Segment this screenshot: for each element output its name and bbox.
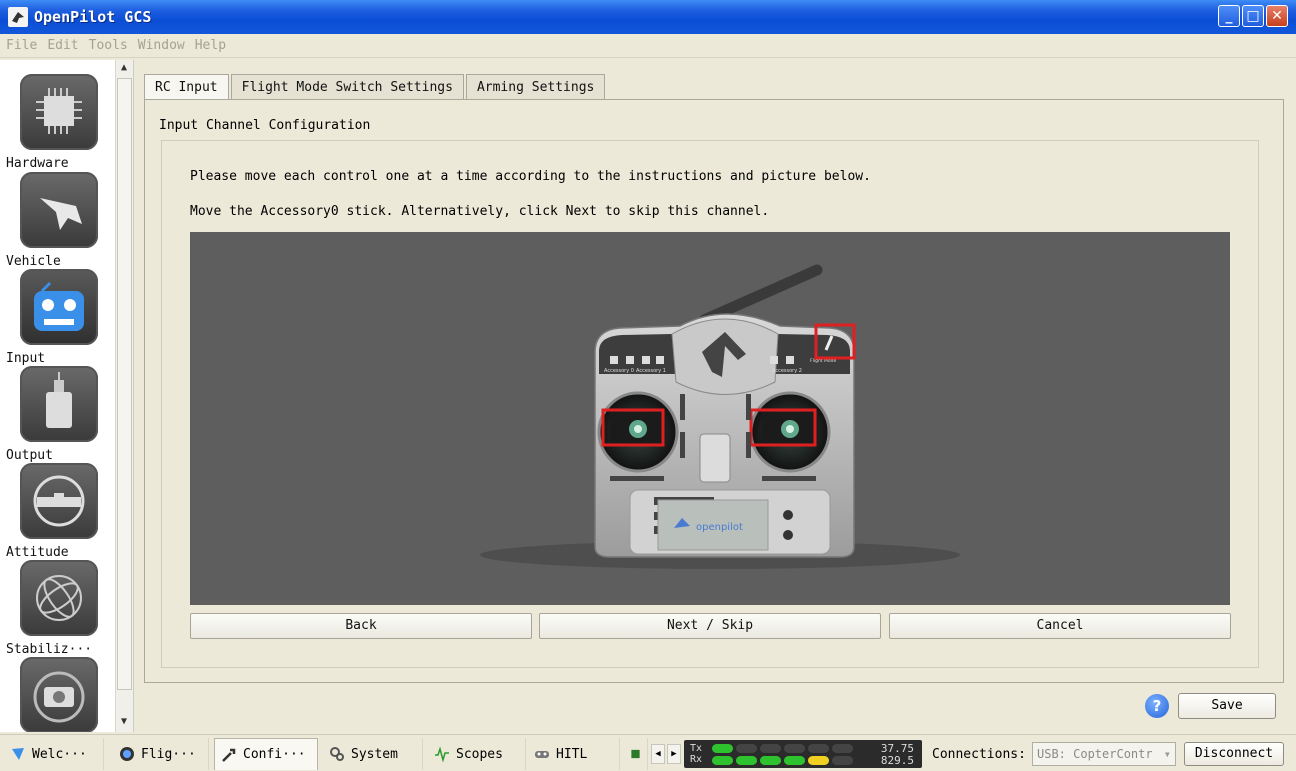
sidebar-item-label: Attitude xyxy=(6,545,69,560)
rx-value: 829.5 xyxy=(880,754,914,767)
rc-input-panel: Input Channel Configuration Please move … xyxy=(144,99,1284,683)
scroll-right-icon[interactable]: ▶ xyxy=(667,744,681,764)
tx-label: Tx xyxy=(690,743,703,754)
chip-icon xyxy=(20,74,98,150)
minimize-button[interactable]: _ xyxy=(1218,5,1240,27)
sidebar-item-label: Stabiliz··· xyxy=(6,642,93,657)
tab-arming-settings[interactable]: Arming Settings xyxy=(465,74,606,100)
menu-bar: File Edit Tools Window Help xyxy=(0,34,1296,58)
sidebar-item-label: Vehicle xyxy=(6,254,61,269)
transmitter-illustration: Accessory 0 Accessory 1 Accessory 2 Flig… xyxy=(480,264,960,569)
antenna-icon xyxy=(698,264,823,326)
telemetry-monitor: Tx Rx 37.75 829.5 xyxy=(684,740,922,768)
level-icon xyxy=(20,463,98,539)
plane-icon xyxy=(20,172,98,248)
menu-help[interactable]: Help xyxy=(195,38,226,53)
wrench-icon xyxy=(222,748,236,762)
gamepad-icon xyxy=(535,751,549,758)
gears-icon xyxy=(330,747,344,761)
menu-edit[interactable]: Edit xyxy=(47,38,78,53)
window-title: OpenPilot GCS xyxy=(34,8,152,26)
title-bar: OpenPilot GCS _ □ ✕ xyxy=(0,0,1296,34)
connections-label: Connections: xyxy=(932,747,1026,762)
menu-window[interactable]: Window xyxy=(138,38,185,53)
accessory0-label: Accessory 0 xyxy=(604,368,634,374)
app-logo-icon xyxy=(8,7,28,27)
back-button[interactable]: Back xyxy=(190,613,532,639)
config-tabs: RC Input Flight Mode Switch Settings Arm… xyxy=(144,74,607,101)
scroll-down-icon[interactable]: ▼ xyxy=(116,714,132,730)
mode-tab-system[interactable]: System xyxy=(323,738,423,770)
menu-file[interactable]: File xyxy=(6,38,37,53)
mode-tab-flight[interactable]: Flig··· xyxy=(113,738,209,770)
board-icon xyxy=(631,749,640,759)
accessory1-label: Accessory 1 xyxy=(636,368,666,374)
group-title: Input Channel Configuration xyxy=(159,118,371,133)
tab-flight-mode-switch-settings[interactable]: Flight Mode Switch Settings xyxy=(230,74,464,100)
mode-tab-label: Confi··· xyxy=(243,747,306,762)
scrollbar-thumb[interactable] xyxy=(117,78,132,690)
mode-tab-configuration[interactable]: Confi··· xyxy=(214,738,318,770)
instruction-text: Please move each control one at a time a… xyxy=(190,169,871,184)
sidebar-item-label: Input xyxy=(6,351,46,366)
tx-bars xyxy=(712,744,853,753)
disconnect-button[interactable]: Disconnect xyxy=(1184,742,1284,766)
close-button[interactable]: ✕ xyxy=(1266,5,1288,27)
camera-icon xyxy=(20,657,98,732)
input-channel-group: Please move each control one at a time a… xyxy=(161,140,1259,668)
rx-label: Rx xyxy=(690,754,703,765)
mode-tab-label: HITL xyxy=(556,746,588,762)
tab-rc-input[interactable]: RC Input xyxy=(144,74,229,101)
mode-bar: Welc··· Flig··· Confi··· System Scopes H… xyxy=(0,734,1296,771)
motor-icon xyxy=(20,366,98,442)
mode-tab-label: Flig··· xyxy=(141,746,196,762)
sidebar-item-label: Hardware xyxy=(6,156,69,171)
transmitter-icon xyxy=(20,269,98,345)
scope-icon xyxy=(435,746,449,762)
next-skip-button[interactable]: Next / Skip xyxy=(539,613,881,639)
help-icon[interactable]: ? xyxy=(1145,694,1169,718)
instruction-step-text: Move the Accessory0 stick. Alternatively… xyxy=(190,204,770,219)
mode-tab-label: System xyxy=(351,746,398,762)
accessory2-label: Accessory 2 xyxy=(772,368,802,374)
menu-tools[interactable]: Tools xyxy=(89,38,128,53)
scroll-up-icon[interactable]: ▲ xyxy=(116,60,132,76)
sidebar-scrollbar[interactable]: ▲ ▼ xyxy=(115,60,133,732)
connection-selected: USB: CopterContr xyxy=(1037,747,1153,761)
scroll-left-icon[interactable]: ◀ xyxy=(651,744,665,764)
maximize-button[interactable]: □ xyxy=(1242,5,1264,27)
save-button[interactable]: Save xyxy=(1178,693,1276,719)
chevron-down-icon: ▾ xyxy=(1163,747,1171,761)
cancel-button[interactable]: Cancel xyxy=(889,613,1231,639)
mode-tab-overflow[interactable] xyxy=(624,738,648,770)
gyro-icon xyxy=(20,560,98,636)
mode-tab-label: Scopes xyxy=(456,746,503,762)
connection-select[interactable]: USB: CopterContr ▾ xyxy=(1032,742,1176,766)
mode-tab-scroller: ◀ ▶ xyxy=(651,744,681,764)
brand-text: openpilot xyxy=(696,522,743,533)
mode-tab-scopes[interactable]: Scopes xyxy=(428,738,526,770)
rx-bars xyxy=(712,756,853,765)
mode-tab-welcome[interactable]: Welc··· xyxy=(4,738,104,770)
transmitter-stage: Accessory 0 Accessory 1 Accessory 2 Flig… xyxy=(190,232,1230,605)
sidebar-item-label: Output xyxy=(6,448,53,463)
config-sidebar: Hardware Vehicle Input Output Attitude S… xyxy=(0,60,134,732)
mode-tab-label: Welc··· xyxy=(32,746,87,762)
mode-tab-hitl[interactable]: HITL xyxy=(528,738,620,770)
welcome-icon xyxy=(12,748,24,760)
flight-icon xyxy=(120,747,134,761)
